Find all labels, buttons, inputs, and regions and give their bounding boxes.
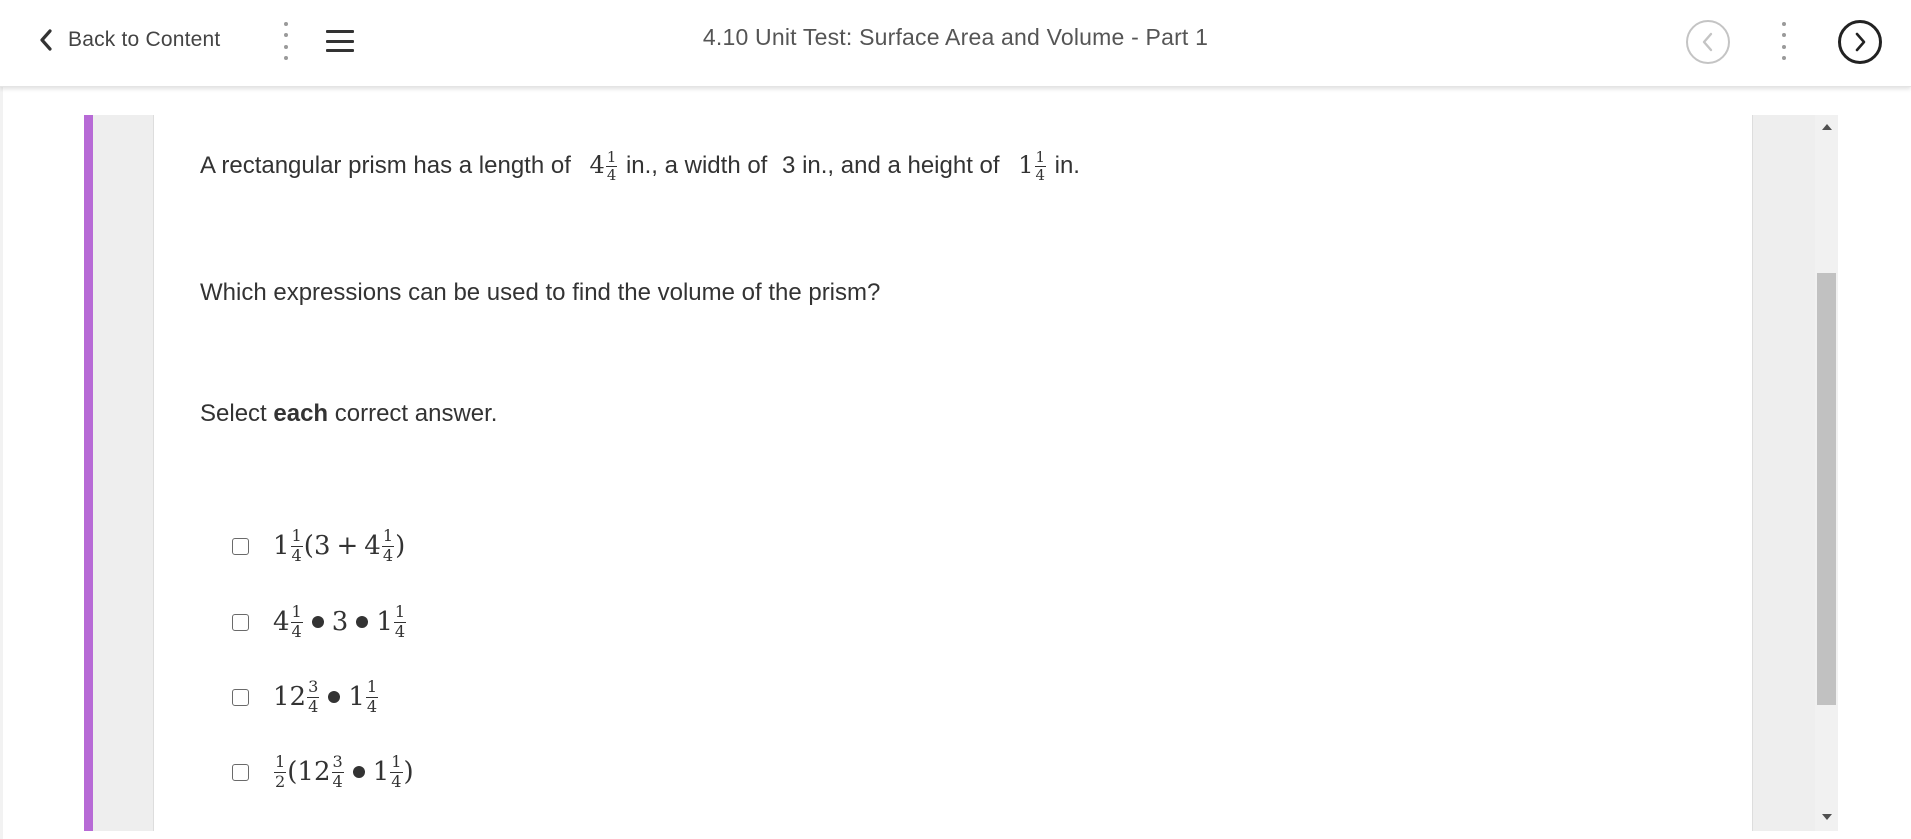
previous-button[interactable] — [1686, 20, 1730, 64]
length-value: 414 — [589, 148, 618, 184]
top-navigation-bar: Back to Content 4.10 Unit Test: Surface … — [0, 0, 1911, 87]
fraction: 14 — [390, 752, 403, 791]
option-expression: 1 1 4(3 +4 1 4) — [273, 526, 406, 565]
height-value: 114 — [1018, 148, 1046, 184]
next-arrow-icon — [1855, 32, 1866, 52]
accent-bar — [84, 115, 93, 831]
fraction: 34 — [307, 677, 320, 716]
checkbox[interactable] — [232, 688, 249, 706]
kebab-menu-icon[interactable] — [1781, 22, 1787, 60]
width-value: 3 — [782, 152, 796, 179]
scroll-up-arrow-icon[interactable] — [1815, 115, 1838, 139]
stem-text: in., and a height of — [802, 152, 1000, 179]
fraction: 14 — [290, 526, 303, 565]
stem-text: A rectangular prism has a length of — [200, 152, 571, 179]
fraction: 14 — [290, 602, 303, 641]
left-gutter — [84, 115, 154, 831]
checkbox[interactable] — [232, 613, 249, 631]
multiplication-dot — [352, 766, 365, 778]
question-instruction: Select each correct answer. — [200, 400, 498, 427]
page-title: 4.10 Unit Test: Surface Area and Volume … — [702, 24, 1209, 50]
fraction: 14 — [1034, 148, 1046, 184]
option-expression: 12 3 4 1 1 4 — [273, 677, 379, 716]
option-expression: 1 2(12 3 4 1 1 4) — [274, 752, 414, 791]
fraction: 14 — [393, 602, 407, 641]
answer-option-1[interactable]: 1 1 4(3 +4 1 4) — [232, 521, 405, 571]
question-panel — [154, 115, 1753, 831]
fraction: 12 — [274, 752, 287, 791]
answer-option-3[interactable]: 12 3 4 1 1 4 — [232, 672, 379, 722]
stem-text: in. — [1054, 152, 1080, 179]
checkbox[interactable] — [232, 763, 249, 781]
page-left-edge — [0, 86, 3, 839]
question-prompt: Which expressions can be used to find th… — [200, 279, 881, 306]
checkbox[interactable] — [232, 537, 249, 555]
fraction: 14 — [605, 148, 618, 184]
multiplication-dot — [311, 616, 324, 628]
fraction: 14 — [381, 526, 395, 565]
next-button[interactable] — [1838, 20, 1882, 64]
fraction: 14 — [365, 677, 379, 716]
multiplication-dot — [328, 691, 341, 703]
right-gutter — [1753, 115, 1815, 831]
multiplication-dot — [356, 616, 369, 628]
scroll-down-arrow-icon[interactable] — [1815, 805, 1838, 829]
stem-text: in., a width of — [625, 152, 768, 179]
question-stem: A rectangular prism has a length of 414 … — [200, 150, 1080, 183]
scrollbar-thumb[interactable] — [1817, 273, 1836, 705]
previous-arrow-icon — [1702, 32, 1713, 52]
answer-option-4[interactable]: 1 2(12 3 4 1 1 4) — [232, 747, 414, 797]
answer-option-2[interactable]: 4143114 — [232, 597, 407, 647]
fraction: 34 — [331, 752, 344, 791]
option-expression: 4143114 — [273, 602, 407, 641]
